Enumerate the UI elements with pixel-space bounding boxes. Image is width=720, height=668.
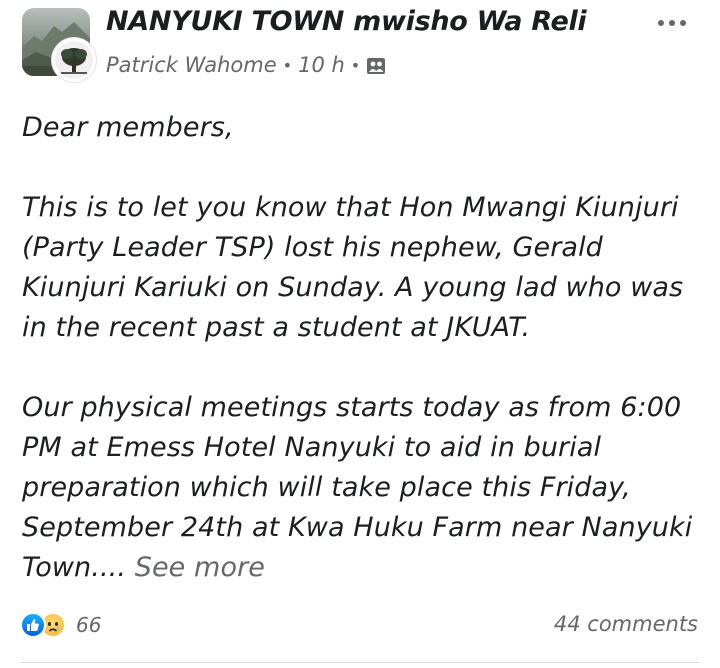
meta-separator: • — [350, 55, 361, 75]
more-options-icon[interactable] — [654, 8, 690, 38]
reactions-summary[interactable]: 66 — [20, 612, 101, 638]
comments-count[interactable]: 44 comments — [554, 612, 698, 636]
author-name[interactable]: Patrick Wahome — [106, 53, 277, 77]
group-name[interactable]: NANYUKI TOWN mwisho Wa Reli — [106, 6, 587, 37]
post-meta: Patrick Wahome • 10 h • — [106, 52, 386, 78]
post-last-line: Town.... See more — [22, 548, 712, 588]
author-avatar[interactable] — [52, 38, 96, 82]
post-line: PM at Emess Hotel Nanyuki to aid in buri… — [22, 432, 602, 463]
post-line: Dear members, — [22, 112, 234, 143]
footer-divider — [20, 662, 700, 663]
post-body: Dear members, This is to let you know th… — [22, 108, 712, 588]
reaction-count: 66 — [76, 613, 102, 637]
post-line: September 24th at Kwa Huku Farm near Nan… — [22, 512, 693, 543]
post-line: Kiunjuri Kariuki on Sunday. A young lad … — [22, 272, 684, 303]
facebook-post: NANYUKI TOWN mwisho Wa Reli Patrick Waho… — [0, 0, 720, 668]
meta-separator: • — [282, 55, 293, 75]
see-more-link[interactable]: See more — [135, 552, 265, 583]
post-line: Town.... — [22, 552, 127, 583]
post-header: NANYUKI TOWN mwisho Wa Reli Patrick Waho… — [0, 0, 720, 96]
group-members-icon[interactable] — [366, 56, 386, 74]
post-line: Our physical meetings starts today as fr… — [22, 392, 682, 423]
post-time[interactable]: 10 h — [298, 53, 345, 77]
like-reaction-icon — [20, 612, 46, 638]
post-line: in the recent past a student at JKUAT. — [22, 312, 531, 343]
post-line: (Party Leader TSP) lost his nephew, Gera… — [22, 232, 603, 263]
post-line: preparation which will take place this F… — [22, 472, 631, 503]
post-line: This is to let you know that Hon Mwangi … — [22, 192, 679, 223]
post-footer: 66 44 comments — [0, 600, 720, 660]
